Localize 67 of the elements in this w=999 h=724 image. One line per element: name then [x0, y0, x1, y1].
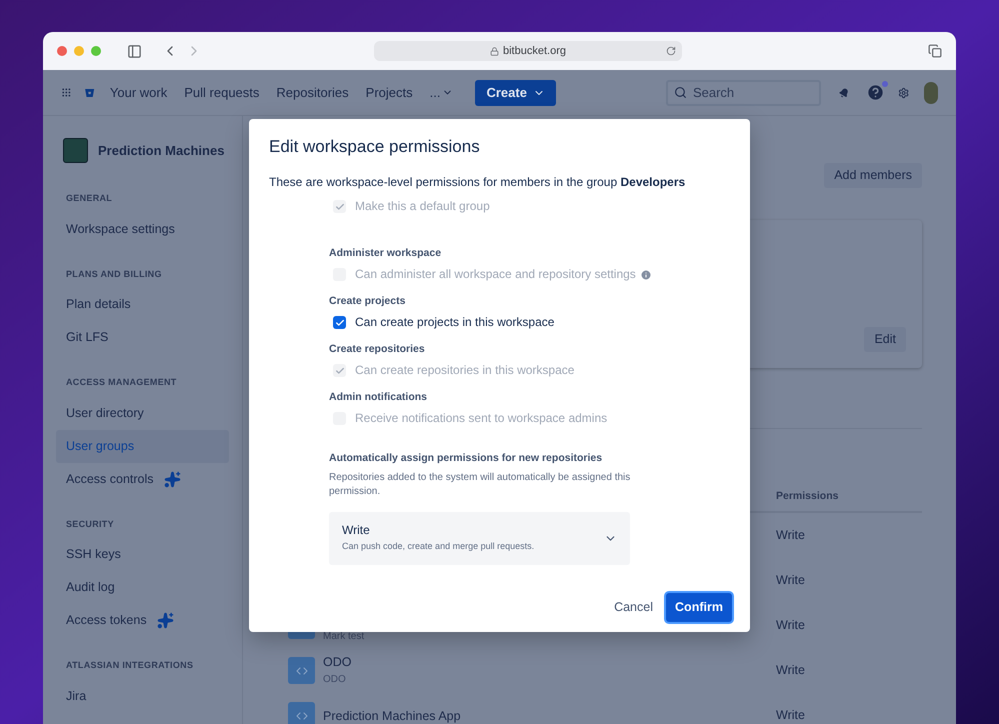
dialog-description: These are workspace-level permissions for members in the group Developers	[269, 175, 686, 190]
nav-link[interactable]: Repositories	[276, 82, 349, 102]
section-heading: ATLASSIAN INTEGRATIONS	[65, 659, 194, 672]
sidebar-item[interactable]: Access tokens	[56, 604, 229, 637]
section-heading: Automatically assign permissions for new repositories	[329, 452, 604, 465]
sidebar-item[interactable]: SSH keys	[56, 538, 229, 571]
workspace-name: Prediction Machines	[98, 142, 224, 160]
repository-name[interactable]: ODO	[323, 654, 777, 670]
close-window-icon[interactable]	[57, 46, 67, 56]
more-menu-button[interactable]: ...	[430, 82, 454, 102]
permission-heading: Create projects	[329, 295, 406, 308]
checkbox-label: Can create projects in this workspace	[355, 315, 554, 330]
zoom-window-icon[interactable]	[91, 46, 101, 56]
sidebar-toggle-icon[interactable]	[127, 44, 142, 58]
nav-link[interactable]: Pull requests	[184, 82, 260, 102]
workspace-avatar	[63, 138, 88, 163]
dialog-title: Edit workspace permissions	[269, 137, 481, 157]
search-field[interactable]: Search	[666, 80, 821, 106]
code-repository-icon	[288, 702, 315, 724]
cancel-button[interactable]: Cancel	[613, 594, 654, 622]
sidebar-item[interactable]: Plan details	[56, 288, 229, 321]
code-repository-icon	[288, 657, 315, 684]
sidebar-item[interactable]: Access controls	[56, 462, 229, 496]
section-heading: PLANS AND BILLING	[65, 268, 163, 280]
permission-cell-text: Write	[776, 662, 805, 680]
lock-icon	[490, 46, 499, 56]
tabs-overview-icon[interactable]	[928, 44, 942, 58]
permission-heading: Administer workspace	[329, 247, 442, 260]
section-heading: SECURITY	[65, 518, 115, 530]
checkbox[interactable]	[333, 316, 346, 329]
checkbox-label: Can create repositories in this workspace	[355, 363, 574, 378]
help-icon[interactable]	[866, 83, 885, 102]
edit-button[interactable]: Edit	[864, 327, 906, 352]
sidebar-item[interactable]: Audit log	[56, 571, 229, 604]
permission-select[interactable]: Write Can push code, create and merge pull requests.	[329, 512, 630, 565]
search-input[interactable]: Search	[692, 82, 813, 102]
repository-name[interactable]: Prediction Machines App	[323, 708, 777, 724]
nav-link[interactable]: Projects	[366, 82, 413, 102]
add-members-button[interactable]: Add members	[824, 163, 922, 188]
sidebar-item[interactable]: Workspace settings	[56, 212, 229, 246]
permission-heading: Admin notifications	[329, 391, 428, 404]
create-button[interactable]: Create	[475, 80, 556, 106]
confirm-button[interactable]: Confirm	[666, 593, 732, 622]
checkbox-label: Receive notifications sent to workspace admins	[355, 411, 608, 426]
url-text: bitbucket.org	[503, 44, 566, 59]
checkbox-label: Make this a default group	[355, 199, 490, 214]
search-icon	[674, 86, 687, 99]
checkbox-label: Can administer all workspace and repository settings	[355, 267, 636, 282]
sidebar-item[interactable]: User groups	[56, 430, 229, 462]
permission-cell-text: Write	[776, 572, 805, 590]
column-header: Permissions	[776, 489, 838, 504]
sidebar-item[interactable]: User directory	[56, 396, 229, 430]
section-description: Repositories added to the system will automatically be assigned this permission.	[329, 471, 632, 499]
section-heading: GENERAL	[65, 192, 114, 205]
permission-heading: Create repositories	[329, 343, 426, 356]
nav-link[interactable]: Your work	[110, 82, 168, 102]
section-heading: ACCESS MANAGEMENT	[65, 376, 178, 389]
avatar[interactable]	[924, 82, 938, 104]
sidebar-item[interactable]: Git LFS	[56, 321, 229, 354]
address-bar[interactable]: bitbucket.org	[374, 41, 682, 61]
reload-icon[interactable]	[666, 46, 676, 56]
permission-cell-text: Write	[776, 527, 805, 544]
sidebar-item[interactable]: Jira	[56, 680, 229, 712]
permission-option[interactable]: Can create projects in this workspace	[329, 315, 730, 330]
repository-project: ODO	[323, 673, 347, 687]
permission-cell-text: Write	[776, 617, 805, 634]
permission-cell-text: Write	[776, 707, 805, 724]
